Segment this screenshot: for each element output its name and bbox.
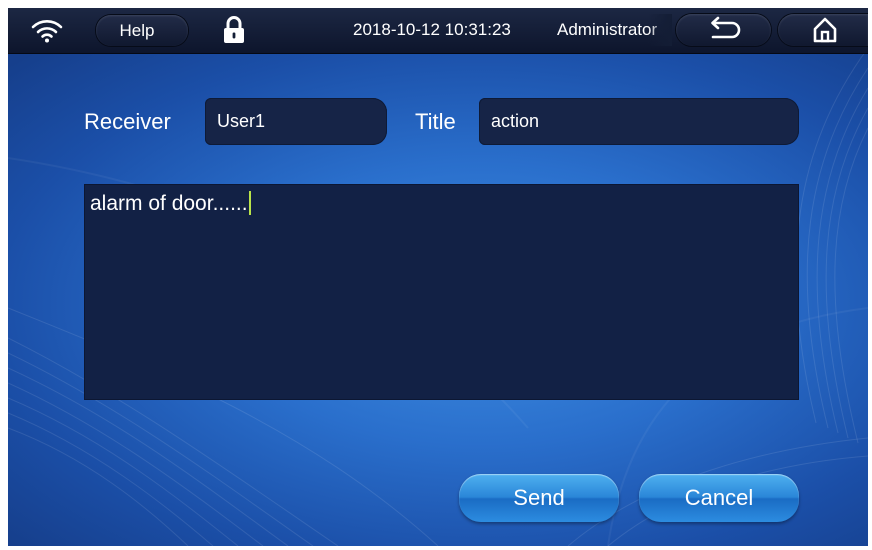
text-caret <box>248 191 251 215</box>
cancel-button[interactable]: Cancel <box>639 474 799 522</box>
back-arrow-icon <box>711 16 741 39</box>
help-button[interactable]: Help <box>96 15 188 46</box>
home-button[interactable] <box>778 14 868 46</box>
title-label: Title <box>415 109 456 134</box>
title-input[interactable]: action <box>479 98 799 145</box>
app-screen: Help 2018-10-12 10:31:23 Administrator R… <box>8 8 868 546</box>
top-status-bar: Help 2018-10-12 10:31:23 Administrator <box>8 8 868 54</box>
send-button[interactable]: Send <box>459 474 619 522</box>
lock-icon[interactable] <box>222 15 246 45</box>
receiver-input[interactable]: User1 <box>205 98 387 145</box>
message-text: alarm of door...... <box>90 192 248 215</box>
back-button[interactable] <box>676 14 771 46</box>
datetime-display: 2018-10-12 10:31:23 <box>353 20 511 39</box>
wifi-icon <box>31 20 63 43</box>
message-textarea[interactable]: alarm of door...... <box>84 184 799 400</box>
user-fade-overlay <box>648 14 672 46</box>
home-icon <box>813 17 837 43</box>
receiver-label: Receiver <box>84 109 171 134</box>
